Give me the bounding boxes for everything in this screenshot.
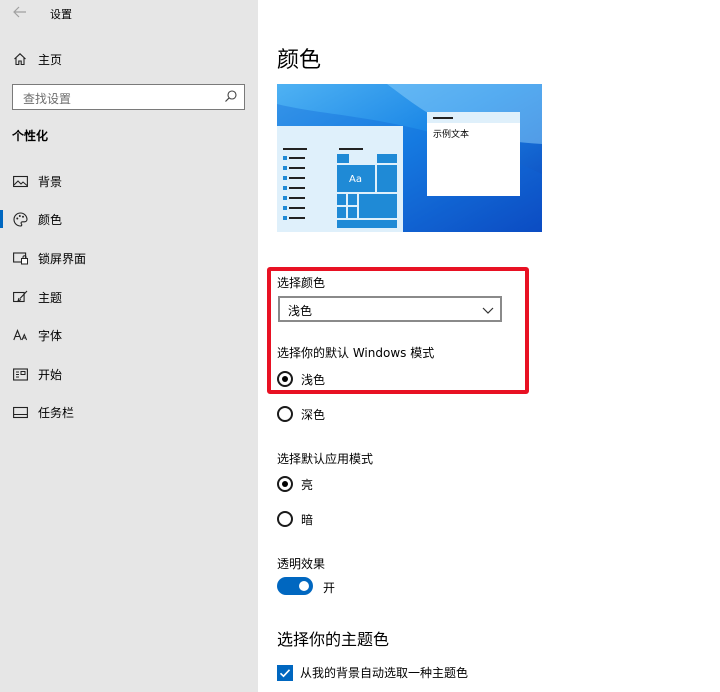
radio-button[interactable]	[277, 511, 293, 527]
theme-brush-icon	[12, 289, 28, 305]
radio-button[interactable]	[277, 371, 293, 387]
sample-text: 示例文本	[433, 128, 469, 140]
windows-mode-label: 选择你的默认 Windows 模式	[277, 346, 435, 360]
app-title: 设置	[50, 8, 72, 21]
toggle-state-label: 开	[323, 581, 336, 595]
picture-icon	[12, 173, 28, 189]
page-title: 颜色	[277, 48, 322, 73]
auto-accent-checkbox[interactable]	[277, 664, 293, 681]
sidebar-item-label: 颜色	[38, 212, 63, 227]
radio-label: 亮	[301, 477, 314, 492]
search-icon[interactable]	[224, 89, 238, 103]
app-mode-light-radio[interactable]: 亮	[277, 473, 313, 495]
main-content: 颜色 Aa 示例文本 选择颜色 浅色 选择你的默认 Windows 模式 浅色 …	[258, 0, 720, 692]
back-arrow-icon	[13, 6, 26, 18]
preview-graphic: Aa 示例文本	[277, 84, 542, 232]
settings-sidebar: 设置 主页 查找设置 个性化 背景 颜色 锁屏界面 主题 字体 开始 任务栏	[0, 0, 258, 692]
app-mode-dark-radio[interactable]: 暗	[277, 508, 313, 530]
color-preview: Aa 示例文本	[277, 84, 542, 232]
sidebar-item-label: 主题	[38, 290, 63, 305]
sidebar-item-home[interactable]: 主页	[0, 44, 258, 74]
choose-color-dropdown[interactable]: 浅色	[278, 296, 502, 322]
tile-label: Aa	[349, 174, 362, 185]
lock-screen-icon	[12, 250, 28, 266]
radio-label: 浅色	[301, 372, 326, 387]
title-bar: 设置	[0, 0, 258, 28]
windows-mode-dark-radio[interactable]: 深色	[277, 403, 325, 425]
sidebar-item-label: 背景	[38, 174, 63, 189]
section-heading-personalization: 个性化	[12, 129, 49, 143]
radio-button[interactable]	[277, 406, 293, 422]
sidebar-item-label: 字体	[38, 328, 63, 343]
selected-indicator	[0, 210, 3, 228]
app-mode-label: 选择默认应用模式	[277, 452, 374, 466]
sidebar-item-taskbar[interactable]: 任务栏	[0, 397, 258, 427]
sidebar-item-label: 锁屏界面	[38, 251, 87, 266]
windows-mode-light-radio[interactable]: 浅色	[277, 368, 325, 390]
auto-accent-checkbox-row[interactable]: 从我的背景自动选取一种主题色	[277, 664, 468, 681]
sidebar-item-label: 开始	[38, 367, 63, 382]
sidebar-item-themes[interactable]: 主题	[0, 282, 258, 312]
sidebar-item-label: 主页	[38, 52, 63, 67]
back-button[interactable]	[10, 5, 30, 21]
taskbar-icon	[12, 404, 28, 420]
radio-label: 暗	[301, 512, 314, 527]
start-menu-icon	[12, 366, 28, 382]
sidebar-item-fonts[interactable]: 字体	[0, 320, 258, 350]
sidebar-item-background[interactable]: 背景	[0, 166, 258, 196]
checkbox-label: 从我的背景自动选取一种主题色	[300, 666, 469, 680]
font-icon	[12, 327, 28, 343]
transparency-toggle[interactable]	[277, 577, 313, 595]
sidebar-item-colors[interactable]: 颜色	[0, 204, 258, 234]
palette-icon	[12, 211, 28, 227]
radio-button[interactable]	[277, 476, 293, 492]
home-icon	[12, 51, 28, 67]
radio-label: 深色	[301, 407, 326, 422]
checkmark-icon	[279, 668, 291, 677]
choose-color-label: 选择颜色	[277, 276, 326, 290]
sidebar-item-label: 任务栏	[38, 405, 75, 420]
chevron-down-icon	[482, 304, 494, 314]
search-input[interactable]: 查找设置	[12, 84, 245, 110]
search-placeholder: 查找设置	[23, 92, 72, 106]
sidebar-item-lock-screen[interactable]: 锁屏界面	[0, 243, 258, 273]
dropdown-value: 浅色	[288, 304, 313, 318]
accent-section-title: 选择你的主题色	[277, 630, 390, 649]
sidebar-item-start[interactable]: 开始	[0, 359, 258, 389]
transparency-label: 透明效果	[277, 557, 326, 571]
